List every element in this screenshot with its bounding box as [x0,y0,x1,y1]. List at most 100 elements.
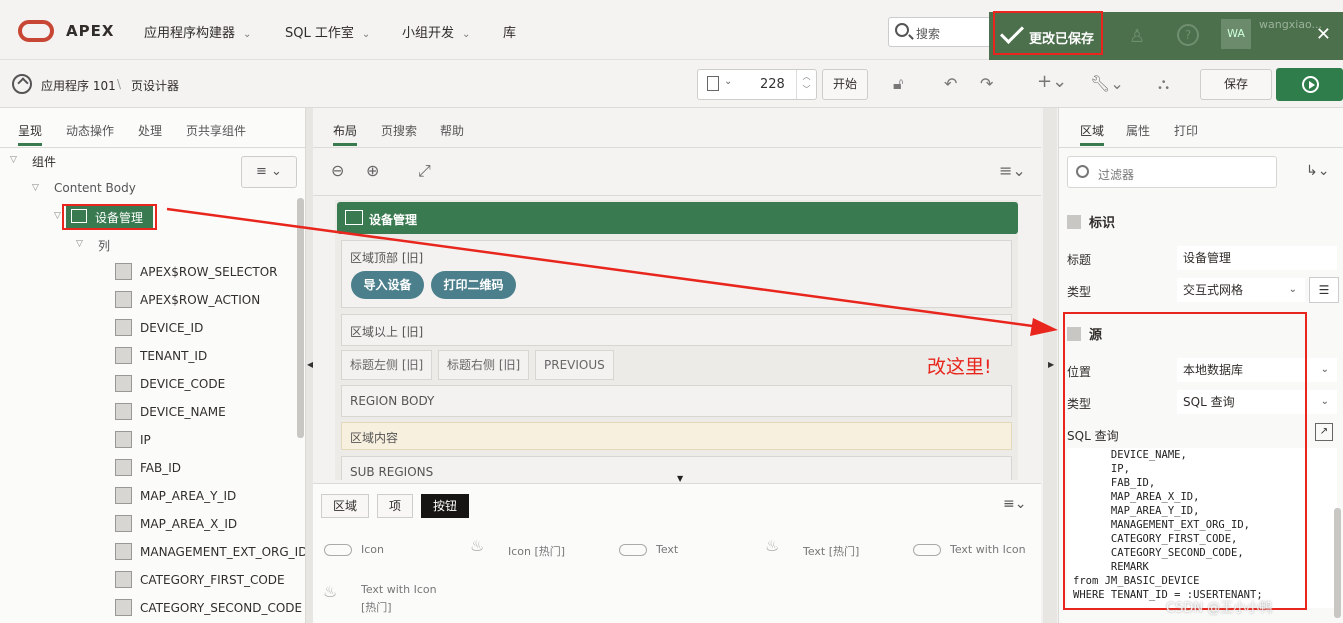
list-options-icon[interactable]: ☰ [1309,277,1339,303]
tab-dynamic-actions[interactable]: 动态操作 [66,122,114,139]
expand-icon[interactable]: ⤢ [418,161,431,181]
help-icon[interactable]: ? [1177,24,1199,46]
create-menu-icon[interactable]: +⌄ [1037,71,1067,92]
slot-title-right[interactable]: 标题右侧 [旧] [438,350,530,380]
go-button[interactable]: 开始 [822,69,868,100]
tree-column[interactable]: APEX$ROW_SELECTOR [140,265,278,279]
tree-column[interactable]: MAP_AREA_X_ID [140,517,237,531]
tab-layout[interactable]: 布局 [333,122,358,146]
page-selector[interactable]: ⌄ 228 ︿ ﹀ [697,69,817,100]
section-identification[interactable]: 标识 [1067,212,1115,231]
tree-column[interactable]: CATEGORY_FIRST_CODE [140,573,285,587]
tree-column[interactable]: MAP_AREA_Y_ID [140,489,236,503]
breadcrumb-app[interactable]: 应用程序 101 [41,77,116,94]
collapse-right-icon[interactable]: ▶ [1048,360,1054,369]
tree-column[interactable]: FAB_ID [140,461,181,475]
tree-menu-button[interactable]: ≡ ⌄ [241,156,297,188]
search-icon [1076,165,1089,178]
open-editor-icon[interactable]: ↗ [1315,423,1333,441]
tab-region[interactable]: 区域 [1080,122,1105,146]
slot-region-top[interactable]: 区域顶部 [旧] 导入设备 打印二维码 [341,240,1012,308]
gallery-menu-icon[interactable]: ≡⌄ [1003,496,1026,512]
gallery-tab-items[interactable]: 项 [377,494,413,518]
slot-region-above[interactable]: 区域以上 [旧] [341,314,1012,346]
page-number-input[interactable]: 228 [760,77,785,92]
run-page-button[interactable] [1276,68,1343,101]
tab-processing[interactable]: 处理 [138,122,162,139]
left-scrollbar[interactable] [297,198,304,438]
collapse-icon[interactable]: ▽ [10,155,17,165]
prop-type-select[interactable]: 交互式网格 ⌄ [1177,278,1305,302]
page-stepper[interactable]: ︿ ﹀ [796,70,816,99]
gallery-tab-regions[interactable]: 区域 [321,494,369,518]
right-scrollbar[interactable] [1334,508,1341,618]
nav-team-dev[interactable]: 小组开发 ⌄ [402,22,470,41]
tab-printing[interactable]: 打印 [1174,122,1198,139]
go-to-group-icon[interactable]: ↳⌄ [1306,163,1329,179]
layout-menu-icon[interactable]: ≡⌄ [999,161,1026,180]
right-splitter[interactable]: ▶ [1043,108,1057,623]
resize-handle-icon[interactable]: ▼ [677,474,683,483]
lock-icon[interactable]: 🔓︎ [893,74,903,94]
tree-column[interactable]: DEVICE_NAME [140,405,226,419]
gallery-item-text-with-icon-hot[interactable]: Text with Icon [361,583,437,596]
slot-previous[interactable]: PREVIOUS [535,350,614,380]
tree-column[interactable]: IP [140,433,151,447]
tree-column[interactable]: MANAGEMENT_EXT_ORG_ID [140,545,305,559]
wrench-icon[interactable]: 🔧︎⌄ [1090,74,1124,93]
tab-page-shared[interactable]: 页共享组件 [186,122,246,139]
close-icon[interactable]: ✕ [1316,24,1331,45]
person-icon[interactable]: ♙ [1129,26,1145,47]
redo-icon[interactable]: ↷ [980,74,993,93]
avatar[interactable]: WA [1221,19,1251,49]
tab-attributes[interactable]: 属性 [1126,122,1150,139]
shared-components-icon[interactable]: ⛬ [1158,74,1169,94]
chevron-down-icon: ⌄ [361,29,371,40]
nav-sql-workshop[interactable]: SQL 工作室 ⌄ [285,22,370,41]
tree-column[interactable]: APEX$ROW_ACTION [140,293,260,307]
apex-brand[interactable]: APEX [66,22,114,40]
textarea-icon [115,543,132,560]
app-home-icon[interactable] [12,74,32,94]
tree-columns[interactable]: 列 [98,237,110,254]
prop-title-input[interactable]: 设备管理 [1177,246,1337,270]
tree-content-body[interactable]: Content Body [54,181,136,195]
layout-canvas: 设备管理 区域顶部 [旧] 导入设备 打印二维码 区域以上 [旧] 标题左侧 [… [335,200,1018,480]
collapse-icon[interactable]: ▽ [76,239,83,249]
property-filter-input[interactable]: 过滤器 [1067,156,1277,188]
tree-column[interactable]: TENANT_ID [140,349,207,363]
print-qrcode-button[interactable]: 打印二维码 [431,271,516,299]
watermark: CSDN @王小小鸭 [1166,601,1273,616]
collapse-icon[interactable]: ▽ [54,211,61,221]
zoom-out-icon[interactable]: ⊖ [331,161,344,180]
oracle-logo-icon[interactable] [18,20,54,42]
tree-column[interactable]: DEVICE_CODE [140,377,225,391]
collapse-icon[interactable]: ▽ [32,183,39,193]
slot-region-body[interactable]: REGION BODY [341,385,1012,417]
search-input[interactable]: 搜索 [888,17,998,47]
save-button[interactable]: 保存 [1200,69,1272,100]
tree-column[interactable]: CATEGORY_SECOND_CODE [140,601,302,615]
import-device-button[interactable]: 导入设备 [351,271,424,299]
tree-components[interactable]: 组件 [32,153,56,170]
slot-title-left[interactable]: 标题左侧 [旧] [341,350,433,380]
tab-rendering[interactable]: 呈现 [18,122,43,146]
gallery-item-icon-hot[interactable]: Icon [热门] [508,543,565,559]
slot-region-content[interactable]: 区域内容 [341,422,1012,450]
gallery-item-icon[interactable]: Icon [361,543,384,556]
middle-tabs: 布局 页搜索 帮助 [313,108,1041,148]
tree-column[interactable]: DEVICE_ID [140,321,203,335]
region-header[interactable]: 设备管理 [337,202,1018,234]
nav-gallery[interactable]: 库 [503,22,516,41]
undo-icon[interactable]: ↶ [944,74,957,93]
tab-help[interactable]: 帮助 [440,122,464,139]
user-name: wangxiao... [1259,18,1323,31]
gallery-item-text[interactable]: Text [656,543,678,556]
tab-page-search[interactable]: 页搜索 [381,122,417,139]
gallery-item-text-hot[interactable]: Text [热门] [803,543,859,559]
gallery-item-text-with-icon[interactable]: Text with Icon [950,543,1026,556]
zoom-in-icon[interactable]: ⊕ [366,161,379,180]
left-splitter[interactable]: ◀ [306,108,313,623]
gallery-tab-buttons[interactable]: 按钮 [421,494,469,518]
nav-app-builder[interactable]: 应用程序构建器 ⌄ [144,22,251,41]
